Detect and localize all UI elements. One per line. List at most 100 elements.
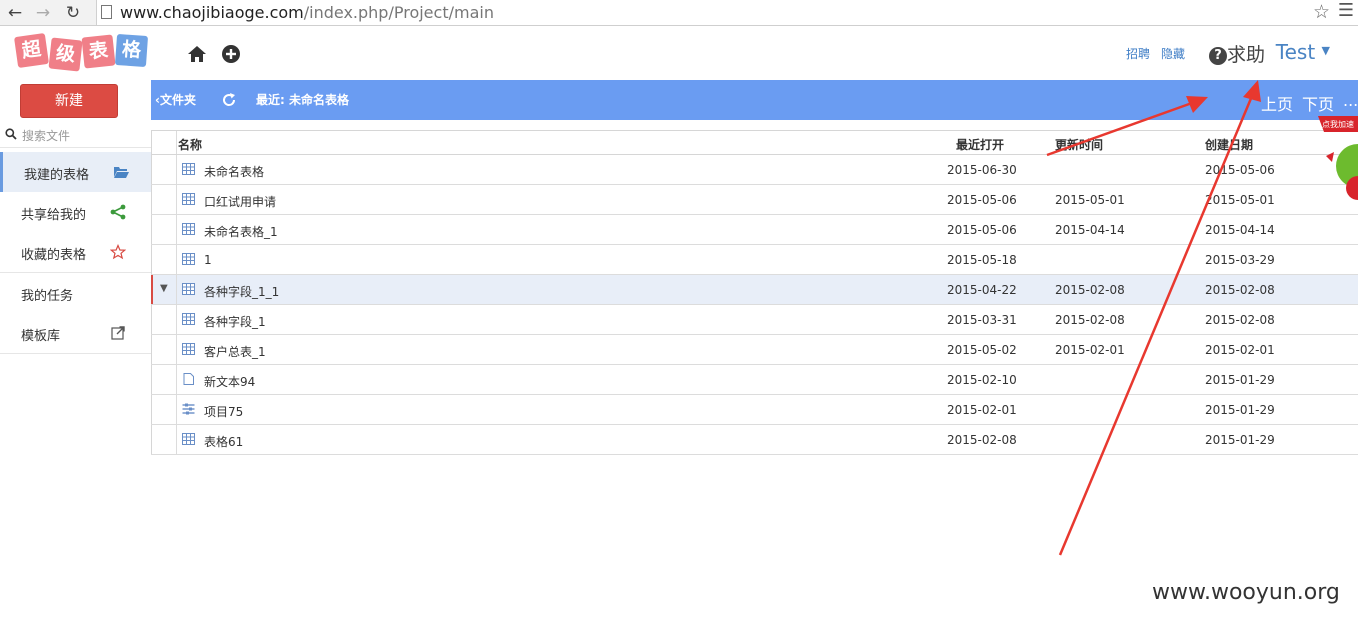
url-host: www.chaojibiaoge.com [120, 3, 304, 22]
back-icon[interactable]: ← [4, 2, 26, 24]
created-date: 2015-01-29 [1205, 433, 1275, 447]
sidebar-divider [0, 353, 151, 354]
created-date: 2015-05-06 [1205, 163, 1275, 177]
column-header-created[interactable]: 创建日期 [1205, 136, 1253, 153]
app-logo[interactable]: 超 级 表 格 [13, 31, 150, 75]
url-field[interactable]: www.chaojibiaoge.com/index.php/Project/m… [96, 0, 1358, 25]
reload-icon[interactable]: ↻ [62, 2, 84, 24]
created-date: 2015-04-14 [1205, 223, 1275, 237]
recruit-link[interactable]: 招聘 [1126, 45, 1150, 62]
file-name[interactable]: 各种字段_1 [204, 313, 266, 330]
logo-char: 级 [48, 37, 83, 72]
file-name[interactable]: 未命名表格_1 [204, 223, 278, 240]
last-open-date: 2015-03-31 [947, 313, 1017, 327]
table-row[interactable]: 客户总表_1 2015-05-02 2015-02-01 2015-02-01 [151, 335, 1358, 365]
sidebar-item-favorites[interactable]: 收藏的表格 [0, 232, 151, 272]
gutter-divider [176, 215, 177, 244]
project-icon [182, 403, 195, 415]
table-icon [182, 313, 195, 325]
table-icon [182, 253, 195, 265]
file-name[interactable]: 未命名表格 [204, 163, 264, 180]
help-icon: ? [1208, 47, 1227, 65]
file-search [0, 124, 151, 148]
document-icon [183, 373, 194, 385]
created-date: 2015-02-08 [1205, 283, 1275, 297]
home-icon[interactable] [187, 44, 207, 64]
url-path: /index.php/Project/main [303, 3, 494, 22]
table-row[interactable]: 表格61 2015-02-08 2015-01-29 [151, 425, 1358, 455]
gutter-divider [176, 131, 177, 154]
gutter-divider [176, 275, 177, 304]
folder-button[interactable]: ‹文件夹 [155, 91, 196, 108]
file-name[interactable]: 客户总表_1 [204, 343, 266, 360]
gutter-divider [176, 185, 177, 214]
bookmark-star-icon[interactable]: ☆ [1313, 1, 1330, 23]
selection-marker [151, 275, 153, 304]
created-date: 2015-01-29 [1205, 373, 1275, 387]
last-open-date: 2015-05-06 [947, 223, 1017, 237]
table-icon [182, 343, 195, 355]
sidebar-item-my-tables[interactable]: 我建的表格 [0, 152, 151, 192]
new-button[interactable]: 新建 [20, 84, 118, 118]
table-row[interactable]: 未命名表格 2015-06-30 2015-05-06 [151, 155, 1358, 185]
table-row[interactable]: ▼ 各种字段_1_1 2015-04-22 2015-02-08 2015-02-08 [151, 275, 1358, 305]
table-row[interactable]: 各种字段_1 2015-03-31 2015-02-08 2015-02-08 [151, 305, 1358, 335]
sidebar-item-label: 我的任务 [21, 289, 74, 304]
last-open-date: 2015-04-22 [947, 283, 1017, 297]
search-input[interactable] [22, 126, 147, 146]
table-row[interactable]: 口红试用申请 2015-05-06 2015-05-01 2015-05-01 [151, 185, 1358, 215]
column-header-name[interactable]: 名称 [178, 136, 202, 153]
last-open-date: 2015-02-08 [947, 433, 1017, 447]
help-button[interactable]: ? 求助 [1208, 40, 1265, 67]
caret-down-icon[interactable]: ▼ [160, 283, 168, 294]
file-name[interactable]: 1 [204, 253, 212, 267]
table-row[interactable]: 新文本94 2015-02-10 2015-01-29 [151, 365, 1358, 395]
sidebar-item-tasks[interactable]: 我的任务 [0, 273, 151, 313]
logo-char: 格 [114, 33, 149, 68]
file-name[interactable]: 表格61 [204, 433, 243, 450]
column-header-last-open[interactable]: 最近打开 [956, 136, 1004, 153]
file-name[interactable]: 口红试用申请 [204, 193, 276, 210]
table-icon [182, 283, 195, 295]
updated-date: 2015-05-01 [1055, 193, 1125, 207]
file-name[interactable]: 新文本94 [204, 373, 255, 390]
last-open-date: 2015-05-18 [947, 253, 1017, 267]
sidebar-item-label: 收藏的表格 [21, 248, 87, 263]
more-button[interactable]: ... [1343, 91, 1358, 110]
user-menu[interactable]: Test ▼ [1276, 40, 1330, 64]
created-date: 2015-01-29 [1205, 403, 1275, 417]
share-icon [110, 204, 126, 220]
forward-icon[interactable]: → [32, 2, 54, 24]
recent-file-link[interactable]: 最近: 未命名表格 [256, 91, 349, 108]
promo-badge[interactable]: 点我加速 [1314, 112, 1358, 212]
browser-menu-icon[interactable]: ☰ [1338, 0, 1354, 21]
created-date: 2015-05-01 [1205, 193, 1275, 207]
promo-text: 点我加速 [1322, 119, 1354, 129]
table-row[interactable]: 1 2015-05-18 2015-03-29 [151, 245, 1358, 275]
user-name: Test [1275, 40, 1316, 64]
browser-address-bar: ← → ↻ www.chaojibiaoge.com/index.php/Pro… [0, 0, 1358, 26]
column-header-updated[interactable]: 更新时间 [1055, 136, 1103, 153]
table-icon [182, 193, 195, 205]
table-row[interactable]: 未命名表格_1 2015-05-06 2015-04-14 2015-04-14 [151, 215, 1358, 245]
sidebar-item-templates[interactable]: 模板库 [0, 313, 151, 353]
folder-label: 文件夹 [159, 93, 196, 107]
hide-link[interactable]: 隐藏 [1161, 45, 1185, 62]
sidebar-item-shared[interactable]: 共享给我的 [0, 192, 151, 232]
table-row[interactable]: 项目75 2015-02-01 2015-01-29 [151, 395, 1358, 425]
created-date: 2015-02-08 [1205, 313, 1275, 327]
add-circle-icon[interactable] [221, 44, 241, 64]
prev-page-button[interactable]: 上页 [1261, 91, 1293, 115]
file-name[interactable]: 各种字段_1_1 [204, 283, 279, 300]
file-table: 名称 最近打开 更新时间 创建日期 未命名表格 2015-06-30 2015-05… [151, 130, 1358, 455]
page-icon [101, 5, 112, 19]
refresh-icon[interactable] [221, 92, 237, 108]
logo-char: 表 [81, 34, 116, 69]
updated-date: 2015-02-08 [1055, 313, 1125, 327]
gutter-divider [176, 245, 177, 274]
updated-date: 2015-02-08 [1055, 283, 1125, 297]
file-name[interactable]: 项目75 [204, 403, 243, 420]
folder-open-icon [114, 167, 129, 178]
help-label: 求助 [1226, 44, 1265, 66]
toolbar: ‹文件夹 最近: 未命名表格 上页 下页 ... [151, 80, 1358, 120]
